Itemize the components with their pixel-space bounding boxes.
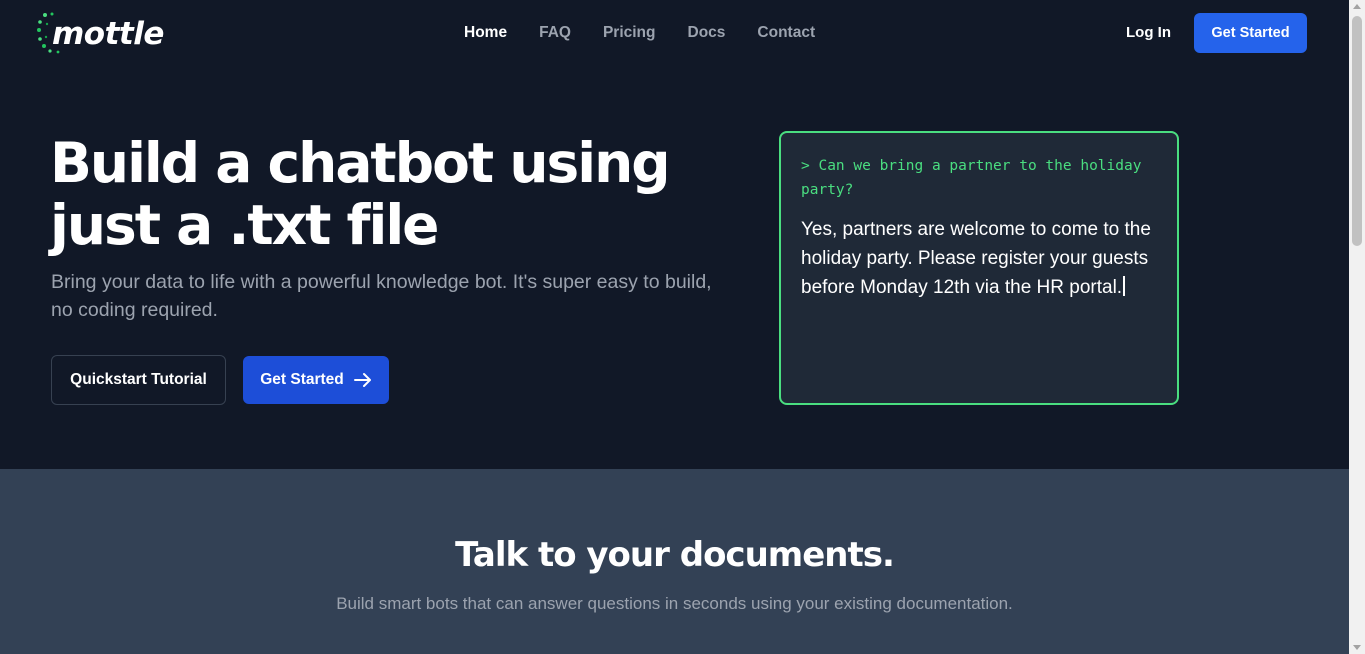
nav-link-docs[interactable]: Docs <box>688 24 726 42</box>
quickstart-tutorial-label: Quickstart Tutorial <box>70 371 207 388</box>
chat-answer: Yes, partners are welcome to come to the… <box>801 215 1157 302</box>
scroll-down-arrow-icon[interactable] <box>1353 645 1361 650</box>
nav-link-pricing[interactable]: Pricing <box>603 24 656 42</box>
hero-get-started-button[interactable]: Get Started <box>243 356 389 404</box>
chat-question: > Can we bring a partner to the holiday … <box>801 158 1142 198</box>
text-cursor <box>1123 276 1126 296</box>
section-subtitle: Build smart bots that can answer questio… <box>336 594 1013 613</box>
top-navbar: mottle Home FAQ Pricing Docs Contact Log… <box>0 0 1349 66</box>
section-title: Talk to your documents. <box>455 535 895 575</box>
nav-link-faq[interactable]: FAQ <box>539 24 571 42</box>
arrow-right-icon <box>353 373 371 387</box>
nav-link-home[interactable]: Home <box>464 24 507 42</box>
chat-answer-text: Yes, partners are welcome to come to the… <box>801 219 1151 298</box>
nav-get-started-button[interactable]: Get Started <box>1194 13 1307 53</box>
quickstart-tutorial-button[interactable]: Quickstart Tutorial <box>51 355 226 405</box>
nav-link-contact[interactable]: Contact <box>757 24 815 42</box>
hero-get-started-label: Get Started <box>260 371 344 388</box>
scroll-up-arrow-icon[interactable] <box>1353 4 1361 9</box>
talk-to-documents-section: Talk to your documents. Build smart bots… <box>0 469 1349 654</box>
logo[interactable]: mottle <box>36 10 164 56</box>
logo-text: mottle <box>52 16 164 52</box>
chat-demo-terminal: > Can we bring a partner to the holiday … <box>779 131 1179 405</box>
nav-links: Home FAQ Pricing Docs Contact <box>464 24 847 42</box>
scrollbar-thumb[interactable] <box>1352 16 1362 246</box>
vertical-scrollbar[interactable] <box>1349 0 1365 654</box>
hero-title-line2: just a .txt file <box>50 193 439 257</box>
hero-title: Build a chatbot using just a .txt file <box>50 132 730 256</box>
login-link[interactable]: Log In <box>1126 24 1171 41</box>
hero-subtitle: Bring your data to life with a powerful … <box>51 271 712 321</box>
hero-title-line1: Build a chatbot using <box>50 131 671 195</box>
page: mottle Home FAQ Pricing Docs Contact Log… <box>0 0 1349 654</box>
